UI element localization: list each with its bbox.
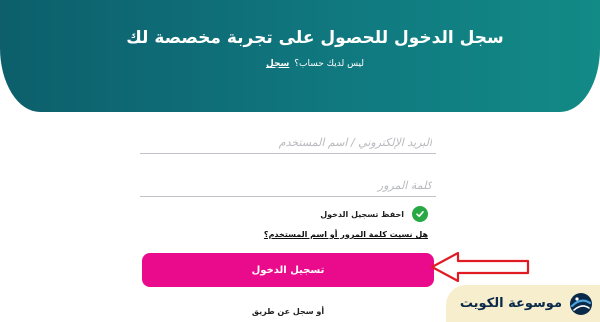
remember-me-label: احفظ تسجيل الدخول xyxy=(320,209,404,219)
forgot-credentials-link[interactable]: هل نسيت كلمة المرور أو اسم المستخدم؟ xyxy=(264,230,428,239)
header-banner: سجل الدخول للحصول على تجربة مخصصة لك ليس… xyxy=(0,0,600,112)
password-input[interactable] xyxy=(140,175,436,197)
signup-link[interactable]: سجل xyxy=(266,59,289,69)
globe-logo-icon xyxy=(570,292,592,315)
pointing-arrow-icon xyxy=(430,251,530,283)
page-title: سجل الدخول للحصول على تجربة مخصصة لك xyxy=(126,28,504,48)
login-button[interactable]: تسجيل الدخول xyxy=(142,253,434,287)
remember-me-toggle[interactable]: احفظ تسجيل الدخول xyxy=(320,206,428,222)
site-watermark: موسوعة الكويت xyxy=(446,285,600,322)
email-username-input[interactable] xyxy=(140,132,436,154)
signup-prompt-text: ليس لديك حساب؟ xyxy=(294,59,365,69)
signup-prompt: ليس لديك حساب؟ سجل xyxy=(0,59,600,69)
watermark-text: موسوعة الكويت xyxy=(459,296,562,311)
checkmark-icon[interactable] xyxy=(412,206,428,222)
